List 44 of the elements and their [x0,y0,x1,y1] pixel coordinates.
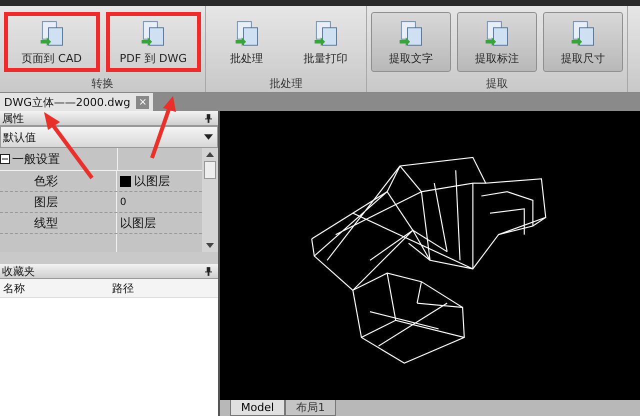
scroll-up-icon[interactable] [206,152,214,157]
document-icon [569,18,597,46]
collapse-icon [0,154,10,164]
category-row[interactable]: 一般设置 [0,148,118,170]
close-button[interactable]: × [136,96,150,108]
dropdown[interactable]: 默认值 [0,126,218,148]
document-icon [397,18,425,46]
ribbon-button[interactable]: 批量打印 [289,12,362,72]
ribbon-button[interactable]: 提取文字 [371,12,451,72]
document-icon [38,18,66,46]
property-name: 图层 [0,192,117,212]
property-value[interactable]: 以图层 [117,213,202,233]
property-name: 色彩 [0,171,117,191]
ribbon-button[interactable]: 提取尺寸 [543,12,623,72]
group-label: 批处理 [268,76,304,92]
group-label: 提取 [485,76,509,92]
property-name: 线型 [0,213,117,233]
color-swatch-icon [120,176,131,186]
ribbon-button[interactable]: 批处理 [210,12,283,72]
scrollbar[interactable] [202,148,218,252]
category-label: 一般设置 [12,150,60,168]
panel-title: 收藏夹 [2,264,35,278]
document-icon [312,18,340,46]
layout-tab[interactable]: 布局1 [285,400,336,416]
scrollbar-thumb[interactable] [204,161,216,179]
property-value[interactable]: 0 [117,192,202,212]
group-label: 转换 [90,76,114,92]
column-header[interactable]: 名称 [0,280,109,296]
ribbon-button[interactable]: 页面到 CAD [4,12,100,72]
document-icon [483,18,511,46]
caret-icon [204,134,213,140]
document-tab[interactable]: DWG立体——2000.dwg × [0,93,154,111]
pin-icon[interactable] [205,266,212,276]
column-header[interactable]: 路径 [109,280,218,296]
ribbon-button[interactable]: 提取标注 [457,12,537,72]
ribbon-button[interactable]: PDF 到 DWG [106,12,201,72]
scroll-down-icon[interactable] [206,243,214,248]
pin-icon[interactable] [205,114,212,122]
drawing-canvas[interactable] [220,111,640,400]
document-icon [232,18,260,46]
annotation-arrow [150,96,176,159]
layout-tab[interactable]: Model [230,400,286,416]
property-value[interactable]: 以图层 [117,171,202,191]
panel-title: 属性 [2,110,24,126]
